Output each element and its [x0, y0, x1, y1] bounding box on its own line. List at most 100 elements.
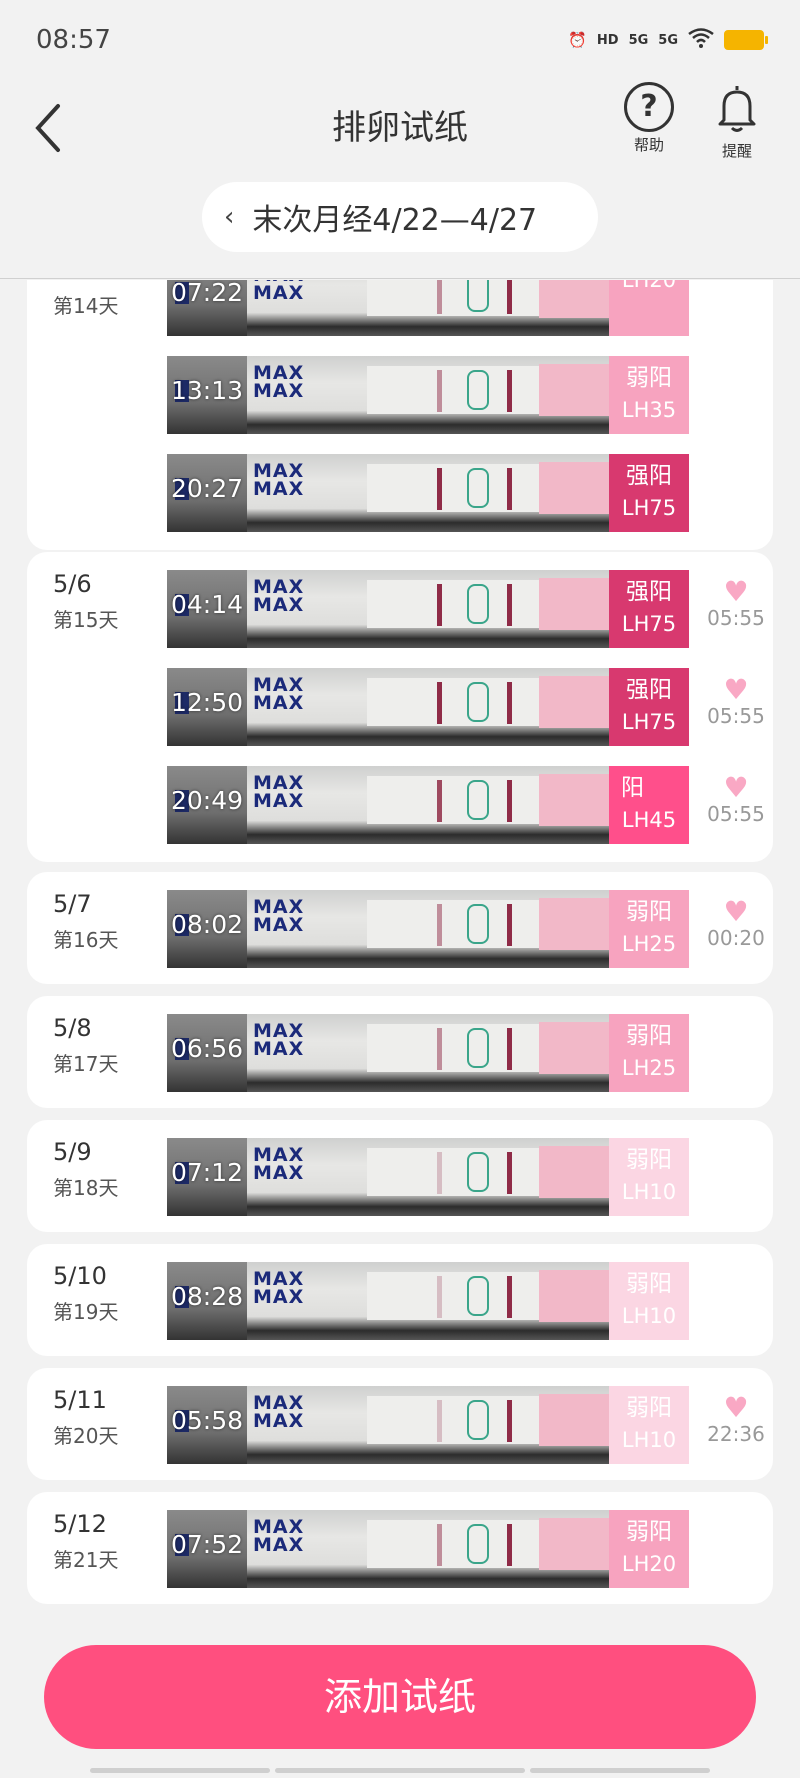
divider — [0, 278, 800, 279]
test-time: 13:13 — [171, 376, 244, 405]
test-time: 12:50 — [171, 688, 244, 717]
test-line — [437, 682, 442, 724]
strip-max-marking: MAXMAX — [253, 460, 305, 500]
result-badge: 弱阳 LH10 — [609, 1262, 689, 1340]
test-strip-photo[interactable]: MAX MAX 07:12 — [167, 1138, 609, 1216]
day-card: 5/8 第17天 MAX MAX 06:56 弱阳 LH25 — [27, 996, 773, 1108]
heart-icon: ♥ — [723, 673, 749, 706]
test-strip-photo[interactable]: MAX MAX 07:52 — [167, 1510, 609, 1588]
intercourse-time: 05:55 — [707, 802, 765, 826]
lh-value: LH75 — [621, 496, 677, 520]
test-line — [437, 280, 442, 314]
strip-list[interactable]: 第14天 MAXMAX 07:22 LH20 MAXMAX 13:13 弱阳 LH35 MAXM… — [0, 280, 800, 1618]
test-strip-photo[interactable]: MAX MAX 06:56 — [167, 1014, 609, 1092]
test-time: 07:12 — [171, 1158, 244, 1187]
cycle-day: 第15天 — [53, 608, 119, 632]
test-strip-photo[interactable]: MAX MAX 12:50 — [167, 668, 609, 746]
strip-logo-icon — [467, 1028, 489, 1068]
strip-max-marking: MAXMAX — [253, 362, 305, 402]
control-line — [507, 780, 512, 822]
control-line — [507, 1524, 512, 1566]
intercourse-time: 05:55 — [707, 704, 765, 728]
strip-max-marking: MAXMAX — [253, 576, 305, 616]
result-label: 强阳 — [626, 463, 672, 489]
status-time: 08:57 — [36, 25, 111, 55]
alarm-icon: ⏰ — [568, 31, 587, 49]
test-strip-photo[interactable]: MAX MAX 05:58 — [167, 1386, 609, 1464]
strip-tip — [539, 1146, 609, 1198]
control-line — [507, 904, 512, 946]
control-line — [507, 584, 512, 626]
strip-max-marking: MAXMAX — [253, 1144, 305, 1184]
test-strip-photo[interactable]: MAX MAX 08:02 — [167, 890, 609, 968]
test-time: 20:27 — [171, 474, 244, 503]
intercourse-record[interactable]: ♥ 00:20 — [699, 898, 773, 951]
strip-max-marking: MAXMAX — [253, 896, 305, 936]
battery-icon — [724, 30, 768, 50]
test-time: 08:02 — [171, 910, 244, 939]
strip-logo-icon — [467, 280, 489, 312]
control-line — [507, 1152, 512, 1194]
strip-logo-icon — [467, 1400, 489, 1440]
strip-max-marking: MAXMAX — [253, 1020, 305, 1060]
test-strip-photo[interactable]: MAX MAX 04:14 — [167, 570, 609, 648]
status-bar: 08:57 ⏰ HD 5G 5G — [0, 0, 800, 80]
strip-max-marking: MAXMAX — [253, 1268, 305, 1308]
test-strip-photo[interactable]: MAX MAX 20:49 — [167, 766, 609, 844]
test-strip-photo[interactable]: MAX MAX 08:28 — [167, 1262, 609, 1340]
cycle-day: 第20天 — [53, 1424, 119, 1448]
test-time: 05:58 — [171, 1406, 244, 1435]
lh-value: LH20 — [621, 1552, 677, 1576]
test-line — [437, 780, 442, 822]
result-badge: 强阳 LH75 — [609, 668, 689, 746]
day-date: 5/12 — [53, 1510, 107, 1538]
period-label: 末次月经4/22—4/27 — [252, 203, 538, 238]
day-card: 5/6 第15天 MAX MAX 04:14 强阳 LH75 ♥ 05:55 MAX MAX 12:5… — [27, 552, 773, 862]
help-button[interactable]: ? 帮助 — [617, 82, 681, 155]
result-label: 强阳 — [626, 677, 672, 703]
bell-icon — [718, 86, 756, 132]
cycle-day: 第21天 — [53, 1548, 119, 1572]
hd-icon: HD — [596, 32, 619, 48]
result-badge: LH20 — [609, 280, 689, 336]
result-label: 强阳 — [626, 579, 672, 605]
5g-signal-icon: 5G — [628, 32, 649, 48]
strip-tip — [539, 1394, 609, 1446]
strip-logo-icon — [467, 682, 489, 722]
result-label: 弱阳 — [626, 365, 672, 391]
result-badge: 强阳 LH75 — [609, 454, 689, 532]
result-badge: 弱阳 LH25 — [609, 1014, 689, 1092]
day-date: 5/11 — [53, 1386, 107, 1414]
day-card: 5/7 第16天 MAX MAX 08:02 弱阳 LH25 ♥ 00:20 — [27, 872, 773, 984]
test-strip-photo[interactable]: MAX MAX 13:13 — [167, 356, 609, 434]
strip-logo-icon — [467, 1276, 489, 1316]
intercourse-record[interactable]: ♥ 05:55 — [699, 578, 773, 631]
intercourse-record[interactable]: ♥ 22:36 — [699, 1394, 773, 1447]
lh-value: LH20 — [621, 280, 677, 292]
strip-tip — [539, 1518, 609, 1570]
result-badge: 弱阳 LH25 — [609, 890, 689, 968]
test-strip-photo[interactable]: MAX MAX 20:27 — [167, 454, 609, 532]
cycle-day: 第14天 — [53, 294, 119, 318]
strip-max-marking: MAXMAX — [253, 772, 305, 812]
result-label: 弱阳 — [626, 1395, 672, 1421]
cycle-day: 第18天 — [53, 1176, 119, 1200]
cycle-day: 第17天 — [53, 1052, 119, 1076]
period-selector[interactable]: ‹ 末次月经4/22—4/27 — [202, 182, 598, 252]
strip-logo-icon — [467, 584, 489, 624]
day-date: 5/7 — [53, 890, 92, 918]
test-strip-photo[interactable]: MAXMAX 07:22 — [167, 280, 609, 336]
result-badge: 弱阳 LH20 — [609, 1510, 689, 1588]
add-strip-button[interactable]: 添加试纸 — [44, 1645, 756, 1749]
intercourse-record[interactable]: ♥ 05:55 — [699, 673, 773, 729]
test-time: 06:56 — [171, 1034, 244, 1063]
chevron-left-icon: ‹ — [224, 202, 235, 232]
remind-button[interactable]: 提醒 — [705, 82, 769, 161]
heart-icon: ♥ — [723, 771, 749, 804]
day-date: 5/9 — [53, 1138, 92, 1166]
test-line — [437, 1152, 442, 1194]
test-line — [437, 468, 442, 510]
test-line — [437, 1400, 442, 1442]
intercourse-record[interactable]: ♥ 05:55 — [699, 771, 773, 827]
strip-tip — [539, 898, 609, 950]
